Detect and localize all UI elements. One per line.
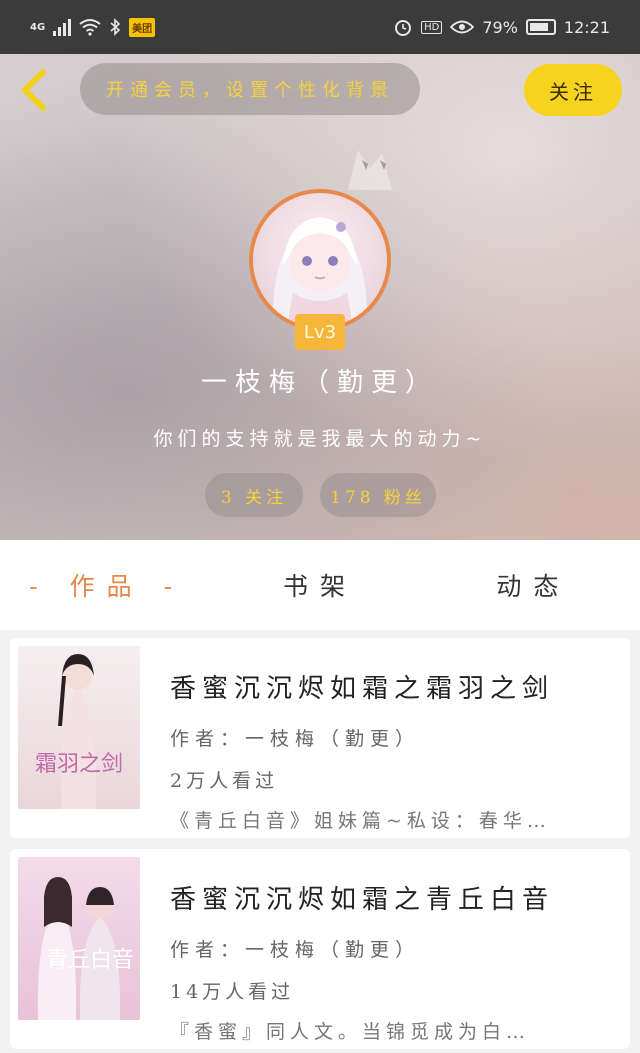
tab-activity[interactable]: 动态 [427,567,640,603]
vip-background-prompt[interactable]: 开通会员，设置个性化背景 [80,63,420,115]
clock: 12:21 [563,17,610,37]
following-count-button[interactable]: 3 关注 [205,473,303,517]
back-button[interactable] [14,66,54,114]
signal-icon [53,18,72,36]
book-cover[interactable]: 青丘白音 [18,857,140,1020]
book-cover-image: 霜羽之剑 [18,646,140,809]
book-title[interactable]: 香蜜沉沉烬如霜之青丘白音 [170,879,620,916]
book-description: 《青丘白音》姐妹篇~私设：春华… [170,810,551,832]
book-author: 作者：一枝梅（勤更） [170,939,421,961]
eye-icon [450,20,475,34]
svg-text:青丘白音: 青丘白音 [46,948,134,973]
battery-icon [525,19,556,35]
fans-count-button[interactable]: 178 粉丝 [320,473,436,517]
list-item[interactable]: 青丘白音 香蜜沉沉烬如霜之青丘白音 作者：一枝梅（勤更） 14万人看过 『香蜜』… [10,849,630,1049]
level-badge: Lv3 [295,314,345,350]
chevron-left-icon [22,69,46,111]
decoration-icon [348,150,392,190]
tab-works[interactable]: - 作品 - [0,567,213,603]
book-cover-image: 青丘白音 [18,857,140,1020]
status-bar: 4G 美团 HD 79% 12:21 [0,0,640,54]
bluetooth-icon [110,18,121,36]
username: 一枝梅（勤更） [200,368,439,398]
tab-bookshelf[interactable]: 书架 [213,567,426,603]
network-type: 4G [30,21,46,33]
avatar[interactable] [249,189,391,331]
book-cover[interactable]: 霜羽之剑 [18,646,140,809]
profile-tabs: - 作品 - 书架 动态 [0,540,640,630]
battery-percent: 79% [482,17,518,37]
avatar-illustration [272,217,368,327]
book-author: 作者：一枝梅（勤更） [170,728,421,750]
user-bio: 你们的支持就是我最大的动力~ [153,428,487,450]
book-views: 2万人看过 [170,770,279,792]
profile-page: 4G 美团 HD 79% 12:21 开通会员，设置个性化背景 关注 Lv3 一… [0,0,640,1053]
meituan-badge: 美团 [129,17,156,37]
wifi-icon [79,19,101,36]
hd-badge: HD [421,20,443,34]
list-item[interactable]: 霜羽之剑 香蜜沉沉烬如霜之霜羽之剑 作者：一枝梅（勤更） 2万人看过 《青丘白音… [10,638,630,838]
follow-button[interactable]: 关注 [524,64,622,116]
svg-text:霜羽之剑: 霜羽之剑 [35,752,123,777]
alarm-icon [395,20,412,36]
book-description: 『香蜜』同人文。当锦觅成为白… [170,1021,531,1043]
book-title[interactable]: 香蜜沉沉烬如霜之霜羽之剑 [170,668,620,705]
book-views: 14万人看过 [170,981,295,1003]
